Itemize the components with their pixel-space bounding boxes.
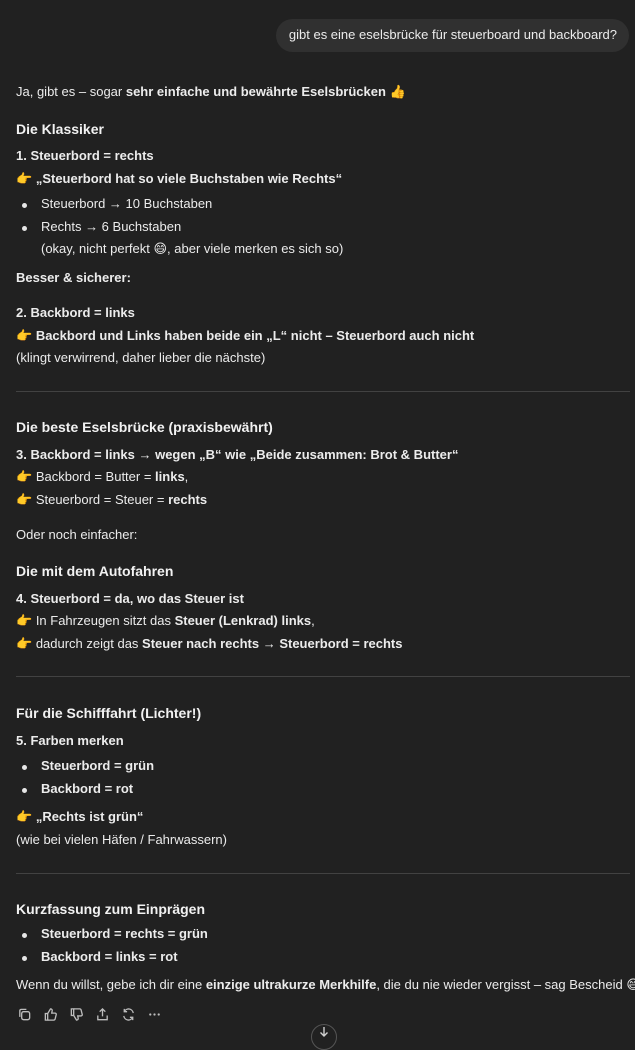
scroll-down-button[interactable]	[311, 1024, 337, 1050]
text: ,	[184, 469, 189, 484]
intro-bold: sehr einfache und bewährte Eselsbrücken	[125, 84, 386, 99]
share-icon[interactable]	[94, 1006, 110, 1022]
item-heading-3: 3. Backbord = links → wegen „B“ wie „Bei…	[16, 447, 459, 462]
outro-line: Wenn du willst, gebe ich dir eine einzig…	[16, 976, 635, 994]
divider	[16, 873, 630, 874]
regenerate-icon[interactable]	[120, 1006, 136, 1022]
section-heading-klassiker: Die Klassiker	[16, 121, 104, 137]
list-item: Steuerbord → 10 Buchstaben	[16, 195, 628, 218]
thumbs-up-icon[interactable]	[42, 1006, 58, 1022]
section-heading-autofahren: Die mit dem Autofahren	[16, 563, 174, 579]
pointing-hand-icon: 👉	[16, 809, 33, 824]
arrow-down-icon	[317, 1025, 331, 1044]
bold-text: einzige ultrakurze Merkhilfe	[205, 977, 377, 992]
divider	[16, 391, 630, 392]
list-item: Backbord = rot	[16, 780, 628, 798]
text: Wenn du willst, gebe ich dir eine	[16, 977, 206, 992]
intro-text: Ja, gibt es – sogar	[16, 84, 126, 99]
bullet-list-1: Steuerbord → 10 Buchstaben Rechts → 6 Bu…	[16, 195, 628, 236]
text: ,	[311, 613, 315, 628]
pointing-hand-icon: 👉	[16, 492, 33, 507]
message-actions	[16, 1006, 162, 1022]
pointing-hand-icon: 👉	[16, 613, 33, 628]
section-heading-schifffahrt: Für die Schifffahrt (Lichter!)	[16, 705, 202, 721]
text: In Fahrzeugen sitzt das	[35, 613, 175, 628]
intro-emoji: 👍	[385, 84, 406, 99]
or-text: Oder noch einfacher:	[16, 527, 138, 542]
point-text: „Steuerbord hat so viele Buchstaben wie …	[35, 171, 343, 186]
note-line: (okay, nicht perfekt 😄, aber viele merke…	[41, 241, 344, 256]
item-heading-5: 5. Farben merken	[16, 733, 124, 748]
point-line: 👉 dadurch zeigt das Steuer nach rechts →…	[16, 635, 628, 653]
item-heading-4: 4. Steuerbord = da, wo das Steuer ist	[16, 591, 244, 606]
note-line: (wie bei vielen Häfen / Fahrwassern)	[16, 832, 227, 847]
point-line: 👉 Steuerbord = Steuer = rechts	[16, 491, 628, 509]
point-line: 👉 Backbord = Butter = links,	[16, 468, 628, 486]
user-message-bubble: gibt es eine eselsbrücke für steuerboard…	[275, 19, 629, 52]
bullet-list-summary: Steuerbord = rechts = grün Backbord = li…	[16, 925, 628, 966]
list-item: Rechts → 6 Buchstaben	[16, 218, 628, 236]
note-line: (klingt verwirrend, daher lieber die näc…	[16, 350, 266, 365]
point-line: 👉 „Steuerbord hat so viele Buchstaben wi…	[16, 170, 628, 188]
thumbs-down-icon[interactable]	[68, 1006, 84, 1022]
bold-text: rechts	[168, 492, 208, 507]
list-item: Steuerbord = grün	[16, 757, 628, 780]
bold-text: Steuer (Lenkrad) links	[174, 613, 312, 628]
more-icon[interactable]	[146, 1006, 162, 1022]
section-heading-kurzfassung: Kurzfassung zum Einprägen	[16, 901, 206, 917]
intro-line: Ja, gibt es – sogar sehr einfache und be…	[16, 83, 628, 101]
item-heading-1: 1. Steuerbord = rechts	[16, 148, 154, 163]
divider	[16, 676, 630, 677]
point-text: „Rechts ist grün“	[35, 809, 144, 824]
better-label: Besser & sicherer:	[16, 270, 131, 285]
list-item: Backbord = links = rot	[16, 948, 628, 966]
point-line: 👉 „Rechts ist grün“	[16, 808, 628, 826]
bullet-list-colors: Steuerbord = grün Backbord = rot	[16, 757, 628, 798]
section-heading-beste: Die beste Eselsbrücke (praxisbewährt)	[16, 419, 273, 435]
text: Steuerbord = Steuer =	[35, 492, 169, 507]
pointing-hand-icon: 👉	[16, 469, 33, 484]
item-heading-2: 2. Backbord = links	[16, 305, 135, 320]
text: dadurch zeigt das	[35, 636, 143, 651]
point-line: 👉 Backbord und Links haben beide ein „L“…	[16, 327, 628, 345]
pointing-hand-icon: 👉	[16, 328, 33, 343]
list-item: Steuerbord = rechts = grün	[16, 925, 628, 948]
bold-text: links	[155, 469, 185, 484]
point-text: Backbord und Links haben beide ein „L“ n…	[35, 328, 475, 343]
bold-text: Steuer nach rechts → Steuerbord = rechts	[142, 636, 403, 651]
pointing-hand-icon: 👉	[16, 171, 33, 186]
text: , die du nie wieder vergisst – sag Besch…	[376, 977, 635, 992]
copy-icon[interactable]	[16, 1006, 32, 1022]
text: Backbord = Butter =	[35, 469, 156, 484]
pointing-hand-icon: 👉	[16, 636, 33, 651]
point-line: 👉 In Fahrzeugen sitzt das Steuer (Lenkra…	[16, 612, 628, 630]
